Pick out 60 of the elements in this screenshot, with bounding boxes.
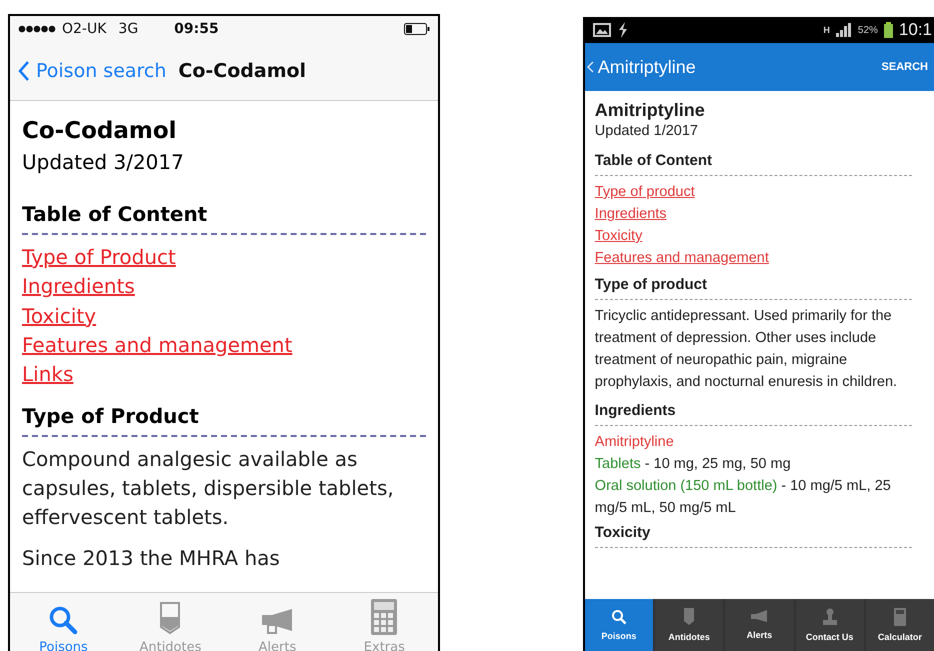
contents-link[interactable]: Ingredients (594, 203, 667, 225)
contents-link[interactable]: Links (22, 360, 74, 390)
person-icon (822, 608, 838, 626)
carrier-name: O2-UK (62, 21, 106, 37)
paragraph: Tricyclic antidepressant. Used primarily for the treatment of depression. Other uses include treatment of neuropathic pain, migraine prophylaxis, and nocturnal enuresis in children. (594, 307, 898, 392)
lightning-icon (616, 22, 629, 38)
tab[interactable]: Extras (330, 593, 438, 651)
battery-icon (404, 23, 430, 35)
chevron-left-icon (586, 61, 594, 73)
contents-link[interactable]: Type of Product (22, 243, 176, 272)
tab[interactable]: Alerts (224, 593, 331, 651)
contents-link[interactable]: Features and management (594, 247, 769, 269)
tab[interactable]: Antidotes (116, 593, 224, 651)
contents-link[interactable]: Toxicity (22, 302, 96, 331)
updated-date: Updated 3/2017 (22, 149, 185, 176)
section-heading: Type of product (594, 275, 912, 300)
contents-link[interactable]: Features and management (22, 330, 292, 360)
section-heading: Ingredients (594, 401, 912, 426)
formulation-line: Oral solution (150 mL bottle) - 10 mg/5 mL, 25 mg/5 mL, 50 mg/5 mL (594, 477, 892, 518)
contents-link[interactable]: Ingredients (22, 272, 135, 302)
tab[interactable]: Poisons (10, 593, 117, 651)
network-type: H (823, 25, 830, 35)
calculator-icon (371, 599, 398, 635)
page-title: Co-Codamol (178, 60, 306, 82)
formulation-line: Tablets - 10 mg, 25 mg, 50 mg (594, 455, 792, 474)
battery-percent: 52% (858, 24, 878, 36)
search-icon (48, 605, 78, 635)
signal-icon (18, 25, 56, 33)
network-type: 3G (118, 21, 138, 37)
calculator-icon (894, 608, 906, 626)
drug-heading: Co-Codamol (22, 117, 178, 146)
ingredient-name: Amitriptyline (594, 433, 675, 452)
status-time: 09:55 (174, 21, 219, 37)
section-heading: Toxicity (594, 523, 912, 548)
updated-date: Updated 1/2017 (594, 122, 699, 141)
status-time: 10:1 (898, 20, 932, 40)
tab[interactable]: Antidotes (655, 599, 724, 651)
tab[interactable]: Contact Us (796, 599, 864, 651)
signal-bars-icon (836, 23, 852, 37)
search-button[interactable]: SEARCH (882, 61, 928, 73)
megaphone-icon (750, 610, 768, 624)
tab[interactable]: Calculator (866, 599, 934, 651)
battery-icon (884, 22, 893, 38)
contents-link[interactable]: Type of product (594, 181, 695, 203)
section-heading: Table of Content (22, 199, 426, 235)
section-heading: Table of Content (594, 151, 912, 176)
megaphone-icon (260, 607, 294, 635)
contents-link[interactable]: Toxicity (594, 225, 642, 247)
bag-icon (683, 608, 696, 626)
search-icon (610, 609, 627, 625)
tab[interactable]: Alerts (725, 599, 794, 651)
section-heading: Type of Product (22, 401, 426, 438)
back-button[interactable]: Amitriptyline (586, 56, 696, 78)
drug-heading: Amitriptyline (594, 99, 706, 121)
paragraph: Since 2013 the MHRA has (22, 545, 281, 572)
back-button[interactable]: Poison search (18, 60, 166, 82)
chevron-left-icon (18, 60, 30, 82)
tab[interactable]: Poisons (584, 599, 654, 651)
paragraph: Compound analgesic available as capsules, tablets, dispersible tablets, effervescent tablets. (22, 446, 395, 532)
image-icon (592, 23, 611, 37)
